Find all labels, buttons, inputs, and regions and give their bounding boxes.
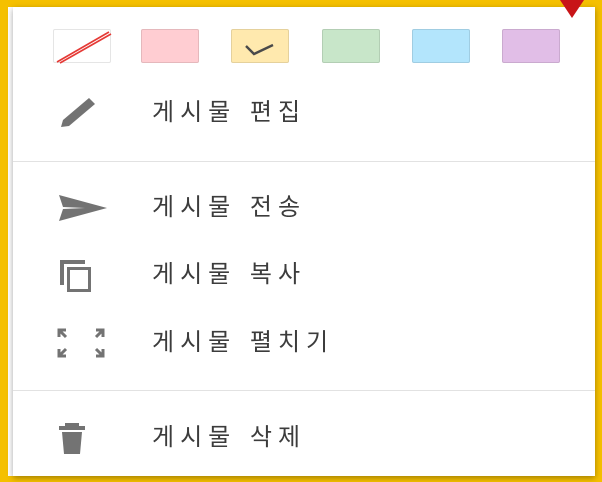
menu-item-label: 게시물 복사 bbox=[152, 260, 307, 288]
menu-item-copy-post[interactable]: 게시물 복사 bbox=[13, 244, 595, 304]
no-color-slash-icon bbox=[56, 31, 112, 64]
swatch-yellow[interactable] bbox=[231, 29, 289, 63]
swatch-purple[interactable] bbox=[502, 29, 560, 63]
menu-item-label: 게시물 전송 bbox=[152, 193, 307, 221]
corner-marker-icon bbox=[560, 0, 584, 18]
pencil-icon bbox=[55, 96, 109, 130]
menu-item-send-post[interactable]: 게시물 전송 bbox=[13, 177, 595, 237]
menu-item-delete-post[interactable]: 게시물 삭제 bbox=[13, 407, 595, 467]
check-icon bbox=[245, 43, 274, 56]
expand-icon bbox=[55, 326, 109, 360]
menu-item-expand-post[interactable]: 게시물 펼치기 bbox=[13, 312, 595, 372]
send-icon bbox=[55, 191, 109, 225]
menu-item-edit-post[interactable]: 게시물 편집 bbox=[13, 82, 595, 142]
menu-item-label: 게시물 펼치기 bbox=[152, 328, 335, 356]
swatch-no-color[interactable] bbox=[53, 29, 112, 64]
divider bbox=[13, 161, 595, 162]
trash-icon bbox=[55, 421, 109, 455]
swatch-green[interactable] bbox=[322, 29, 380, 63]
post-context-menu: 게시물 편집 게시물 전송 게시물 복사 게시물 펼치기 게시물 삭제 bbox=[13, 7, 595, 476]
menu-item-label: 게시물 삭제 bbox=[152, 423, 307, 451]
swatch-blue[interactable] bbox=[412, 29, 470, 63]
copy-icon bbox=[55, 258, 109, 292]
menu-item-label: 게시물 편집 bbox=[152, 98, 307, 126]
divider bbox=[13, 390, 595, 391]
swatch-red[interactable] bbox=[141, 29, 199, 63]
